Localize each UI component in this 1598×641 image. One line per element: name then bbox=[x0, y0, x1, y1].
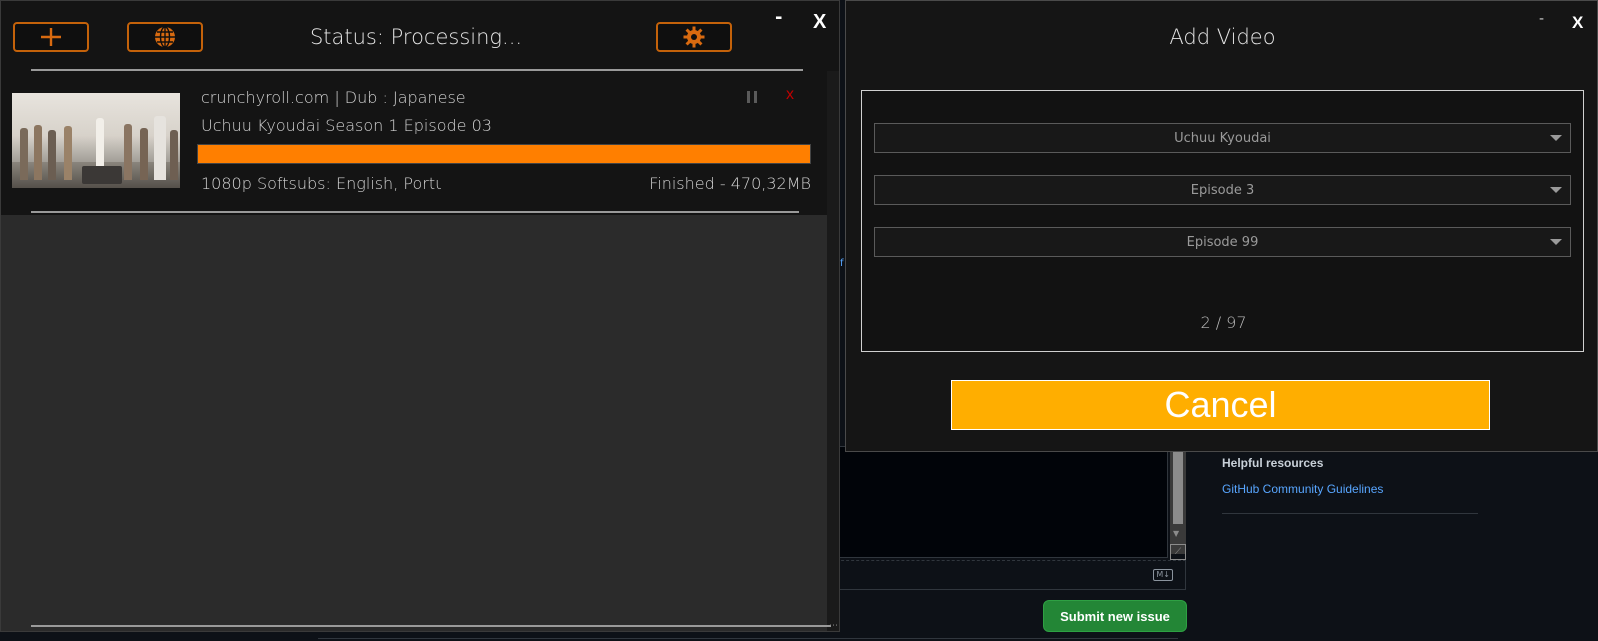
dialog-close-button[interactable]: X bbox=[1572, 13, 1583, 33]
plus-icon bbox=[41, 28, 61, 46]
main-close-button[interactable]: X bbox=[813, 11, 826, 34]
bottom-divider bbox=[31, 625, 831, 627]
chevron-down-icon bbox=[1550, 187, 1562, 193]
download-progress-bar bbox=[197, 144, 811, 164]
chevron-down-icon bbox=[1550, 135, 1562, 141]
episode-counter: 2 / 97 bbox=[1200, 313, 1247, 332]
start-episode-select[interactable]: Episode 3 bbox=[874, 175, 1571, 205]
textarea-resize-handle[interactable]: ⟋ bbox=[1170, 544, 1186, 560]
submit-new-issue-button[interactable]: Submit new issue bbox=[1043, 600, 1187, 632]
cancel-button[interactable]: Cancel bbox=[951, 380, 1490, 430]
chevron-down-icon bbox=[1550, 239, 1562, 245]
download-status: Finished - 470,32MB bbox=[649, 174, 811, 193]
header-divider bbox=[31, 69, 803, 71]
selection-panel: Uchuu Kyoudai Episode 3 Episode 99 2 / 9… bbox=[861, 90, 1584, 352]
main-scrollbar[interactable] bbox=[827, 71, 839, 631]
add-video-button[interactable] bbox=[13, 22, 89, 52]
item-divider bbox=[31, 211, 799, 213]
sidebar-divider bbox=[1222, 513, 1478, 514]
series-select-value: Uchuu Kyoudai bbox=[1174, 130, 1271, 146]
scroll-down-arrow-icon[interactable]: ▼ bbox=[1173, 529, 1179, 538]
episode-title: Uchuu Kyoudai Season 1 Episode 03 bbox=[201, 116, 492, 135]
page-bottom-border bbox=[318, 638, 1178, 639]
dialog-minimize-button[interactable]: - bbox=[1539, 11, 1544, 27]
pause-icon[interactable] bbox=[747, 91, 757, 103]
add-video-dialog: Add Video - X Uchuu Kyoudai Episode 3 Ep… bbox=[845, 0, 1598, 452]
end-episode-value: Episode 99 bbox=[1186, 234, 1259, 250]
globe-icon bbox=[155, 26, 175, 48]
episode-thumbnail bbox=[12, 93, 180, 188]
issue-comment-textarea[interactable] bbox=[826, 446, 1168, 558]
remove-download-button[interactable]: x bbox=[786, 86, 794, 104]
gear-icon bbox=[683, 26, 705, 48]
github-strip-marker: f bbox=[840, 258, 844, 269]
textarea-footer: M↓ bbox=[826, 560, 1186, 590]
browser-button[interactable] bbox=[127, 22, 203, 52]
helpful-resources-heading: Helpful resources bbox=[1222, 456, 1324, 470]
downloader-header: Status: Processing... - X crunchyroll.co… bbox=[1, 1, 839, 215]
downloader-main-window: Status: Processing... - X crunchyroll.co… bbox=[0, 0, 840, 632]
dialog-title: Add Video bbox=[1169, 25, 1276, 49]
community-guidelines-link[interactable]: GitHub Community Guidelines bbox=[1222, 482, 1383, 496]
end-episode-select[interactable]: Episode 99 bbox=[874, 227, 1571, 257]
textarea-scrollbar[interactable]: ▼ bbox=[1170, 446, 1186, 554]
episode-meta: 1080p Softsubs: English, Portu bbox=[201, 174, 441, 193]
settings-button[interactable] bbox=[656, 22, 732, 52]
main-minimize-button[interactable]: - bbox=[775, 7, 782, 28]
progress-fill bbox=[198, 145, 810, 163]
episode-source: crunchyroll.com | Dub : Japanese bbox=[201, 88, 466, 107]
resize-grip-icon[interactable]: ⋯ bbox=[829, 621, 838, 631]
series-select[interactable]: Uchuu Kyoudai bbox=[874, 123, 1571, 153]
scrollbar-thumb[interactable] bbox=[1173, 446, 1183, 524]
markdown-icon: M↓ bbox=[1153, 569, 1173, 581]
status-text: Status: Processing... bbox=[309, 25, 523, 49]
start-episode-value: Episode 3 bbox=[1190, 182, 1255, 198]
